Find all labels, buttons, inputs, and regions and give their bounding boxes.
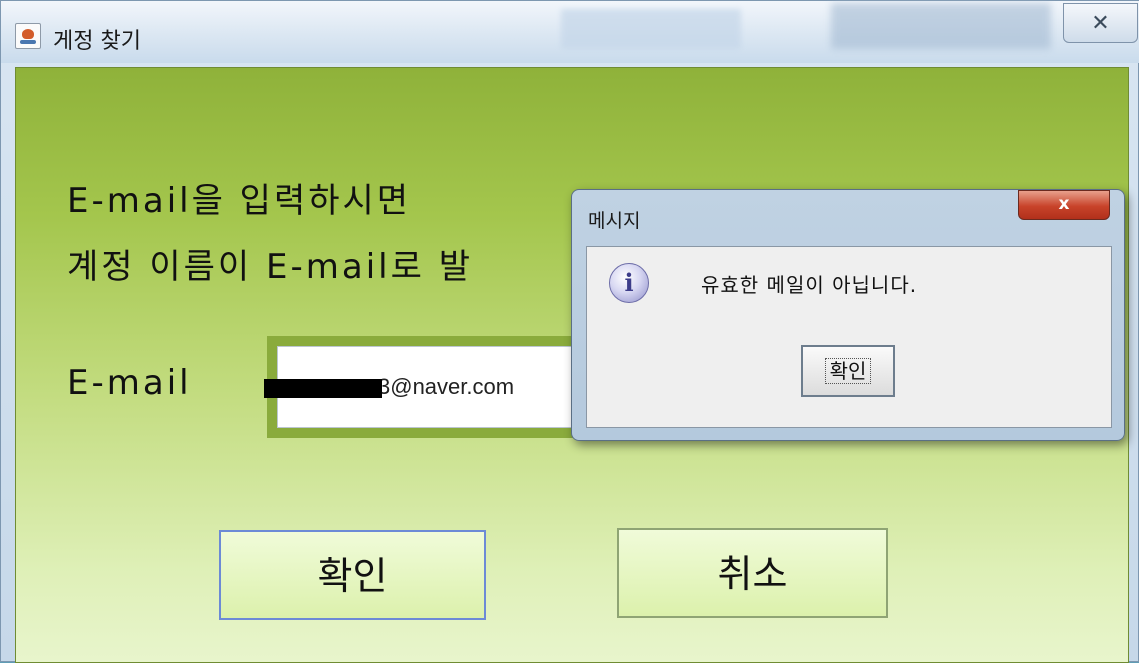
dialog-close-button[interactable]: x [1018,190,1110,220]
dialog-body: i 유효한 메일이 아닙니다. 확인 [586,246,1112,428]
redaction-bar [264,379,382,398]
background-blur [831,3,1051,49]
confirm-button[interactable]: 확인 [219,530,486,620]
window-close-button[interactable]: ✕ [1063,3,1138,43]
dialog-ok-button[interactable]: 확인 [801,345,895,397]
background-blur [561,9,741,49]
info-icon: i [609,263,649,303]
dialog-title: 메시지 [588,210,641,232]
message-dialog: 메시지 x i 유효한 메일이 아닙니다. 확인 [571,189,1125,441]
instruction-line-2: 계정 이름이 E-mail로 발 [67,247,473,287]
title-bar[interactable]: 게정 찾기 ✕ [1,1,1139,63]
instruction-line-1: E-mail을 입력하시면 [67,181,412,221]
java-cup-icon [15,23,41,49]
email-label: E-mail [67,363,192,403]
window-title: 게정 찾기 [53,29,141,54]
cancel-button[interactable]: 취소 [617,528,888,618]
dialog-message: 유효한 메일이 아닙니다. [701,273,918,297]
dialog-ok-label: 확인 [824,358,872,384]
account-finder-window: 게정 찾기 ✕ E-mail을 입력하시면 계정 이름이 E-mail로 발 E… [0,0,1139,663]
